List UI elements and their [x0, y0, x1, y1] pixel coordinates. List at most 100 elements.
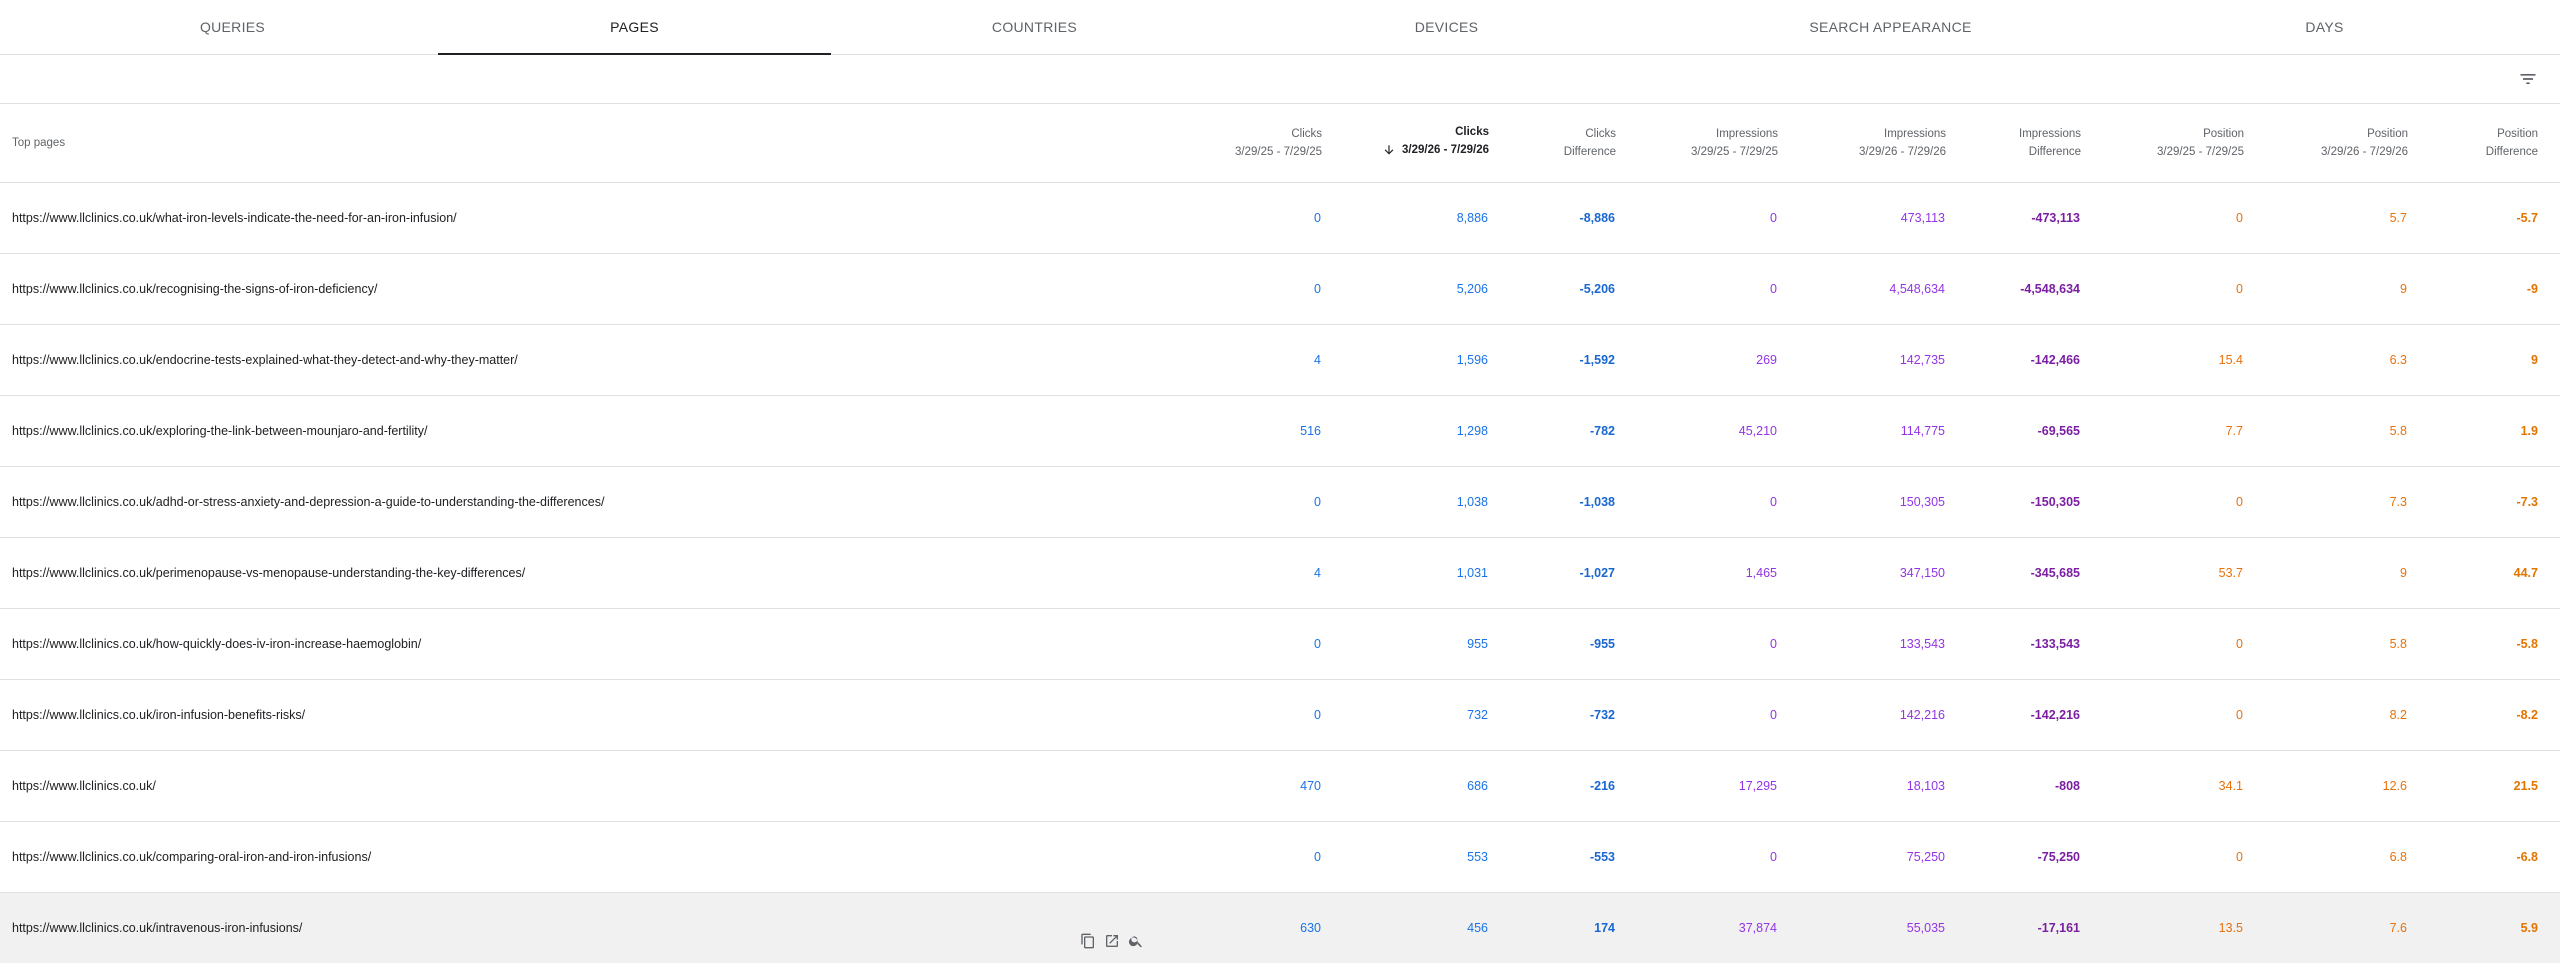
column-header-impressions-current[interactable]: Impressions 3/29/26 - 7/29/26	[1778, 104, 1946, 182]
cell-position-prev: 0	[2236, 210, 2243, 225]
cell-position-current: 8.2	[2389, 707, 2407, 722]
cell-impressions-diff: -345,685	[2030, 565, 2080, 580]
cell-position-diff: -7.3	[2516, 494, 2538, 509]
table-row[interactable]: https://www.llclinics.co.uk/470 686 -216 17…	[0, 750, 2560, 821]
column-header-impressions-diff[interactable]: Impressions Difference	[1946, 104, 2081, 182]
cell-clicks-prev: 0	[1314, 636, 1321, 651]
tab-pages[interactable]: Pages	[438, 0, 831, 55]
search-icon[interactable]	[1128, 933, 1144, 949]
cell-impressions-prev: 0	[1770, 494, 1777, 509]
page-url[interactable]: https://www.llclinics.co.uk/	[0, 750, 1160, 821]
arrow-down-icon	[1384, 145, 1394, 155]
column-header-position-diff[interactable]: Position Difference	[2408, 104, 2560, 182]
cell-clicks-prev: 4	[1314, 565, 1321, 580]
cell-position-diff: -6.8	[2516, 849, 2538, 864]
cell-clicks-current: 955	[1467, 636, 1488, 651]
tab-countries[interactable]: Countries	[832, 0, 1237, 54]
table-row[interactable]: https://www.llclinics.co.uk/comparing-or…	[0, 821, 2560, 892]
column-header-position-current[interactable]: Position 3/29/26 - 7/29/26	[2244, 104, 2408, 182]
page-url[interactable]: https://www.llclinics.co.uk/perimenopaus…	[0, 537, 1160, 608]
cell-clicks-diff: -553	[1589, 849, 1615, 864]
open-in-new-icon[interactable]	[1104, 933, 1120, 949]
cell-position-diff: 1.9	[2520, 423, 2538, 438]
column-header-clicks-diff[interactable]: Clicks Difference	[1489, 104, 1616, 182]
cell-clicks-current: 1,031	[1456, 565, 1488, 580]
cell-clicks-current: 732	[1467, 707, 1488, 722]
table-row[interactable]: https://www.llclinics.co.uk/how-quickly-…	[0, 608, 2560, 679]
page-url-text[interactable]: https://www.llclinics.co.uk/intravenous-…	[12, 921, 302, 935]
cell-impressions-diff: -4,548,634	[2020, 281, 2080, 296]
table-row[interactable]: https://www.llclinics.co.uk/perimenopaus…	[0, 537, 2560, 608]
filter-icon[interactable]	[2518, 69, 2538, 89]
cell-clicks-prev: 516	[1300, 423, 1321, 438]
page-url[interactable]: https://www.llclinics.co.uk/iron-infusio…	[0, 679, 1160, 750]
cell-impressions-current: 347,150	[1899, 565, 1945, 580]
cell-position-current: 9	[2400, 565, 2407, 580]
table-row[interactable]: https://www.llclinics.co.uk/exploring-th…	[0, 395, 2560, 466]
cell-impressions-diff: -69,565	[2037, 423, 2080, 438]
column-header-top-pages: Top pages	[12, 136, 66, 149]
page-url[interactable]: https://www.llclinics.co.uk/adhd-or-stre…	[0, 466, 1160, 537]
cell-position-diff: -5.8	[2516, 636, 2538, 651]
cell-clicks-current: 686	[1467, 778, 1488, 793]
tab-search-appearance[interactable]: Search appearance	[1688, 0, 2093, 54]
cell-clicks-prev: 470	[1300, 778, 1321, 793]
column-header-clicks-current[interactable]: Clicks 3/29/26 - 7/29/26	[1322, 104, 1489, 182]
copy-icon[interactable]	[1080, 933, 1096, 949]
cell-impressions-diff: -133,543	[2030, 636, 2080, 651]
report-tabs: Queries Pages Countries Devices Search a…	[0, 0, 2560, 55]
page-url[interactable]: https://www.llclinics.co.uk/comparing-or…	[0, 821, 1160, 892]
page-url[interactable]: https://www.llclinics.co.uk/how-quickly-…	[0, 608, 1160, 679]
cell-impressions-prev: 0	[1770, 707, 1777, 722]
tab-devices[interactable]: Devices	[1244, 0, 1649, 54]
cell-impressions-current: 4,548,634	[1889, 281, 1945, 296]
cell-impressions-current: 150,305	[1899, 494, 1945, 509]
cell-clicks-prev: 0	[1314, 210, 1321, 225]
table-row[interactable]: https://www.llclinics.co.uk/intravenous-…	[0, 892, 2560, 963]
cell-clicks-diff: -216	[1589, 778, 1615, 793]
column-header-impressions-prev[interactable]: Impressions 3/29/25 - 7/29/25	[1616, 104, 1778, 182]
cell-clicks-prev: 0	[1314, 707, 1321, 722]
cell-clicks-prev: 0	[1314, 849, 1321, 864]
cell-position-prev: 0	[2236, 849, 2243, 864]
column-header-position-prev[interactable]: Position 3/29/25 - 7/29/25	[2081, 104, 2244, 182]
cell-clicks-diff: -1,038	[1579, 494, 1615, 509]
page-url[interactable]: https://www.llclinics.co.uk/recognising-…	[0, 253, 1160, 324]
cell-impressions-prev: 45,210	[1738, 423, 1777, 438]
page-url[interactable]: https://www.llclinics.co.uk/intravenous-…	[0, 892, 1160, 963]
column-header-clicks-prev[interactable]: Clicks 3/29/25 - 7/29/25	[1160, 104, 1322, 182]
cell-clicks-diff: -5,206	[1579, 281, 1615, 296]
cell-clicks-prev: 0	[1314, 494, 1321, 509]
tab-days[interactable]: Days	[2122, 0, 2527, 54]
cell-clicks-prev: 0	[1314, 281, 1321, 296]
cell-position-prev: 34.1	[2218, 778, 2243, 793]
page-url[interactable]: https://www.llclinics.co.uk/what-iron-le…	[0, 182, 1160, 253]
cell-position-prev: 53.7	[2218, 565, 2243, 580]
cell-position-current: 5.7	[2389, 210, 2407, 225]
cell-position-current: 5.8	[2389, 636, 2407, 651]
pages-table: Top pages Clicks 3/29/25 - 7/29/25 Clicks…	[0, 104, 2560, 963]
cell-position-current: 5.8	[2389, 423, 2407, 438]
table-row[interactable]: https://www.llclinics.co.uk/recognising-…	[0, 253, 2560, 324]
cell-impressions-prev: 17,295	[1738, 778, 1777, 793]
cell-position-current: 7.6	[2389, 920, 2407, 935]
cell-position-diff: -5.7	[2516, 210, 2538, 225]
cell-position-prev: 0	[2236, 281, 2243, 296]
page-url[interactable]: https://www.llclinics.co.uk/endocrine-te…	[0, 324, 1160, 395]
cell-position-prev: 0	[2236, 707, 2243, 722]
page-url[interactable]: https://www.llclinics.co.uk/exploring-th…	[0, 395, 1160, 466]
cell-position-diff: 9	[2531, 352, 2538, 367]
cell-position-current: 6.3	[2389, 352, 2407, 367]
cell-clicks-diff: -1,592	[1579, 352, 1615, 367]
table-row[interactable]: https://www.llclinics.co.uk/endocrine-te…	[0, 324, 2560, 395]
cell-clicks-prev: 4	[1314, 352, 1321, 367]
table-row[interactable]: https://www.llclinics.co.uk/iron-infusio…	[0, 679, 2560, 750]
cell-impressions-current: 114,775	[1900, 423, 1945, 438]
cell-impressions-current: 18,103	[1906, 778, 1945, 793]
row-actions	[1080, 933, 1144, 949]
table-row[interactable]: https://www.llclinics.co.uk/adhd-or-stre…	[0, 466, 2560, 537]
tab-queries[interactable]: Queries	[30, 0, 435, 54]
cell-position-prev: 13.5	[2218, 920, 2243, 935]
table-row[interactable]: https://www.llclinics.co.uk/what-iron-le…	[0, 182, 2560, 253]
cell-clicks-current: 553	[1467, 849, 1488, 864]
